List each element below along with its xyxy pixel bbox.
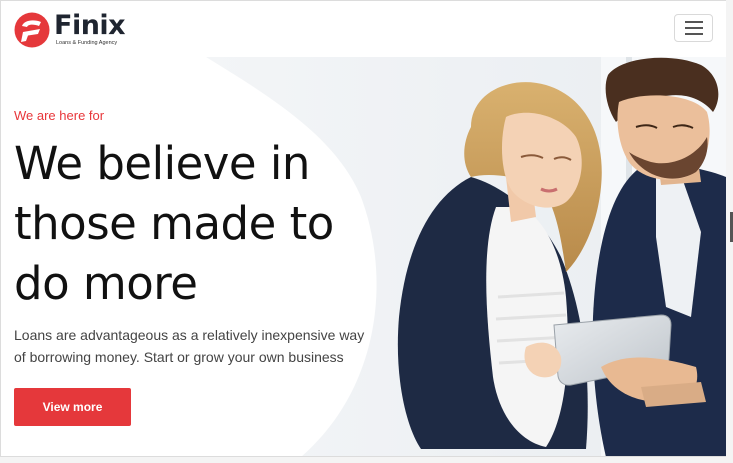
menu-toggle-button[interactable] — [674, 14, 713, 42]
view-more-button[interactable]: View more — [14, 388, 131, 426]
hero-headline: We believe in those made to do more — [14, 137, 334, 310]
brand-name: Finix — [54, 10, 126, 41]
navbar: Finix Loans & Funding Agency — [1, 1, 726, 57]
hamburger-icon-line — [684, 21, 703, 23]
page-frame: Finix Loans & Funding Agency We are here… — [0, 0, 727, 457]
bottom-edge — [0, 457, 733, 463]
brand-tagline: Loans & Funding Agency — [56, 40, 118, 46]
hamburger-icon-line — [684, 33, 703, 35]
brand-logo[interactable]: Finix Loans & Funding Agency — [12, 10, 126, 49]
hamburger-icon-line — [684, 27, 703, 29]
hero-eyebrow: We are here for — [14, 108, 105, 123]
finix-logo-icon — [14, 12, 50, 48]
hero-lead-text: Loans are advantageous as a relatively i… — [14, 327, 365, 365]
